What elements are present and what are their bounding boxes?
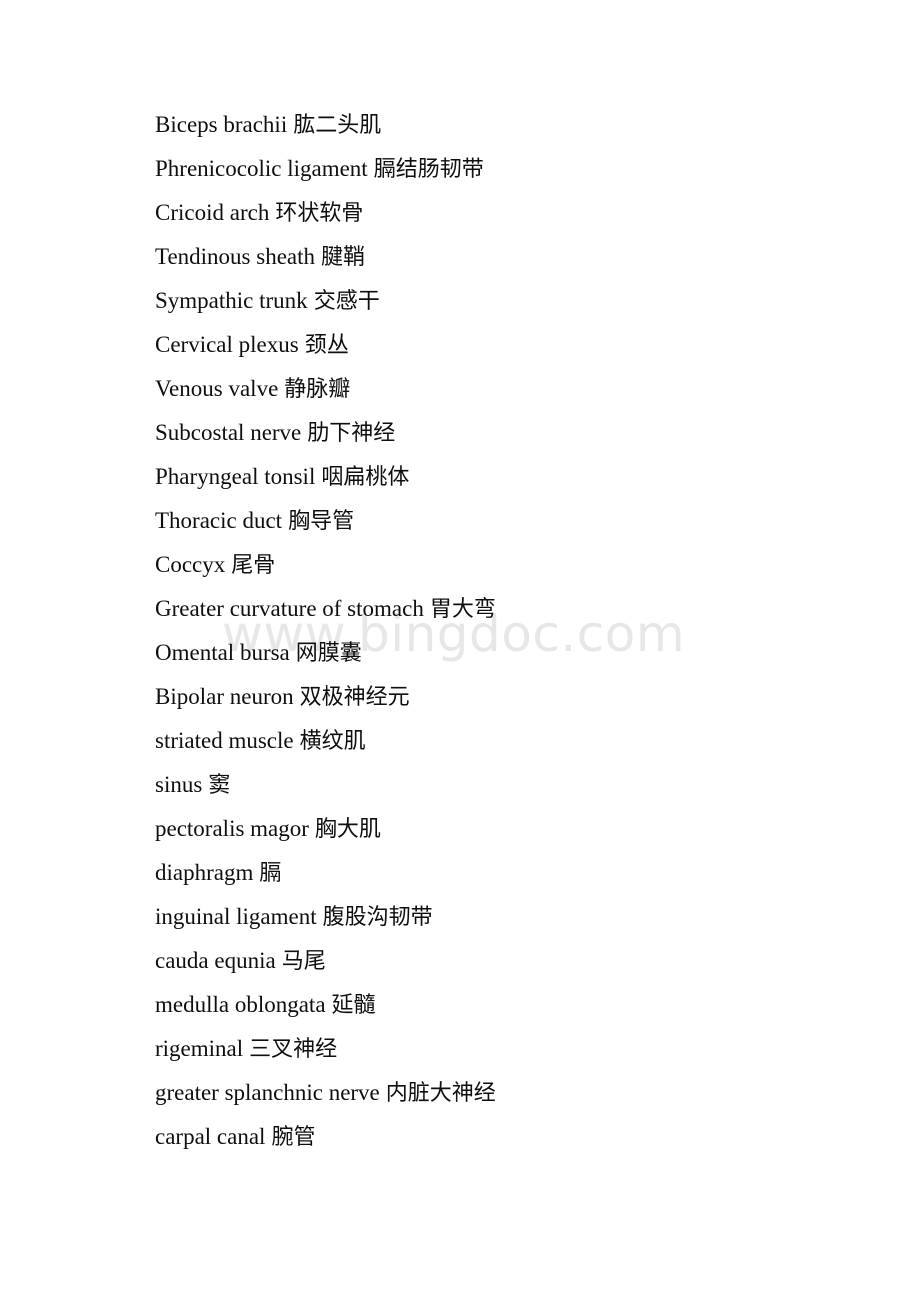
glossary-gloss: 肱二头肌	[293, 113, 382, 138]
glossary-gloss: 膈	[259, 861, 282, 886]
glossary-entry: Biceps brachii 肱二头肌	[155, 103, 880, 147]
glossary-entry: rigeminal 三叉神经	[155, 1027, 880, 1071]
glossary-entry: Phrenicocolic ligament 膈结肠韧带	[155, 147, 880, 191]
glossary-entry: Venous valve 静脉瓣	[155, 367, 880, 411]
glossary-gloss: 腹股沟韧带	[322, 905, 433, 930]
glossary-term: medulla oblongata	[155, 992, 326, 1017]
glossary-entry: striated muscle 横纹肌	[155, 719, 880, 763]
glossary-entry: Bipolar neuron 双极神经元	[155, 675, 880, 719]
glossary-term: Thoracic duct	[155, 508, 283, 533]
document-page: www.bingdoc.com Biceps brachii 肱二头肌 Phreni…	[0, 0, 920, 1302]
glossary-term: Greater curvature of stomach	[155, 596, 424, 621]
glossary-entry: Greater curvature of stomach 胃大弯	[155, 587, 880, 631]
glossary-entry: Thoracic duct 胸导管	[155, 499, 880, 543]
glossary-term: Phrenicocolic ligament	[155, 156, 368, 181]
glossary-entry: Cervical plexus 颈丛	[155, 323, 880, 367]
glossary-term: Tendinous sheath	[155, 244, 316, 269]
glossary-gloss: 窦	[208, 773, 231, 798]
glossary-term: rigeminal	[155, 1036, 244, 1061]
glossary-term: Cricoid arch	[155, 200, 270, 225]
glossary-gloss: 环状软骨	[275, 201, 364, 226]
glossary-gloss: 网膜囊	[295, 641, 362, 666]
glossary-entry: greater splanchnic nerve 内脏大神经	[155, 1071, 880, 1115]
glossary-term: cauda equnia	[155, 948, 276, 973]
glossary-term: striated muscle	[155, 728, 294, 753]
glossary-term: pectoralis magor	[155, 816, 309, 841]
glossary-gloss: 腕管	[271, 1125, 316, 1150]
glossary-gloss: 胸大肌	[314, 817, 381, 842]
glossary-entry: carpal canal 腕管	[155, 1115, 880, 1159]
glossary-term: Coccyx	[155, 552, 226, 577]
glossary-term: greater splanchnic nerve	[155, 1080, 380, 1105]
glossary-gloss: 肋下神经	[307, 421, 396, 446]
glossary-entry: pectoralis magor 胸大肌	[155, 807, 880, 851]
glossary-gloss: 尾骨	[231, 553, 276, 578]
glossary-entry: Coccyx 尾骨	[155, 543, 880, 587]
glossary-entry: diaphragm 膈	[155, 851, 880, 895]
glossary-gloss: 胸导管	[288, 509, 355, 534]
glossary-term: diaphragm	[155, 860, 254, 885]
glossary-term: Pharyngeal tonsil	[155, 464, 316, 489]
glossary-term: Biceps brachii	[155, 112, 288, 137]
glossary-entry: cauda equnia 马尾	[155, 939, 880, 983]
glossary-entry: sinus 窦	[155, 763, 880, 807]
glossary-gloss: 膈结肠韧带	[373, 157, 484, 182]
glossary-entry: medulla oblongata 延髓	[155, 983, 880, 1027]
glossary-gloss: 内脏大神经	[385, 1081, 496, 1106]
glossary-term: Subcostal nerve	[155, 420, 302, 445]
glossary-gloss: 马尾	[281, 949, 326, 974]
glossary-gloss: 双极神经元	[299, 685, 410, 710]
glossary-term: Cervical plexus	[155, 332, 299, 357]
glossary-entry: Pharyngeal tonsil 咽扁桃体	[155, 455, 880, 499]
glossary-entry: Cricoid arch 环状软骨	[155, 191, 880, 235]
glossary-term: sinus	[155, 772, 203, 797]
glossary-term: Omental bursa	[155, 640, 290, 665]
glossary-entry: Omental bursa 网膜囊	[155, 631, 880, 675]
glossary-entry: Tendinous sheath 腱鞘	[155, 235, 880, 279]
glossary-term: Venous valve	[155, 376, 279, 401]
glossary-entry: Subcostal nerve 肋下神经	[155, 411, 880, 455]
glossary-gloss: 静脉瓣	[284, 377, 351, 402]
glossary-term: Sympathic trunk	[155, 288, 308, 313]
glossary-gloss: 延髓	[331, 993, 376, 1018]
glossary-term: inguinal ligament	[155, 904, 317, 929]
glossary-entry: Sympathic trunk 交感干	[155, 279, 880, 323]
glossary-gloss: 横纹肌	[299, 729, 366, 754]
glossary-gloss: 胃大弯	[429, 597, 496, 622]
glossary-gloss: 颈丛	[304, 333, 349, 358]
glossary-gloss: 腱鞘	[321, 245, 366, 270]
glossary-gloss: 咽扁桃体	[321, 465, 410, 490]
glossary-gloss: 交感干	[313, 289, 380, 314]
glossary-list: Biceps brachii 肱二头肌 Phrenicocolic ligament…	[155, 103, 880, 1159]
glossary-term: Bipolar neuron	[155, 684, 294, 709]
glossary-term: carpal canal	[155, 1124, 266, 1149]
glossary-entry: inguinal ligament 腹股沟韧带	[155, 895, 880, 939]
glossary-gloss: 三叉神经	[249, 1037, 338, 1062]
